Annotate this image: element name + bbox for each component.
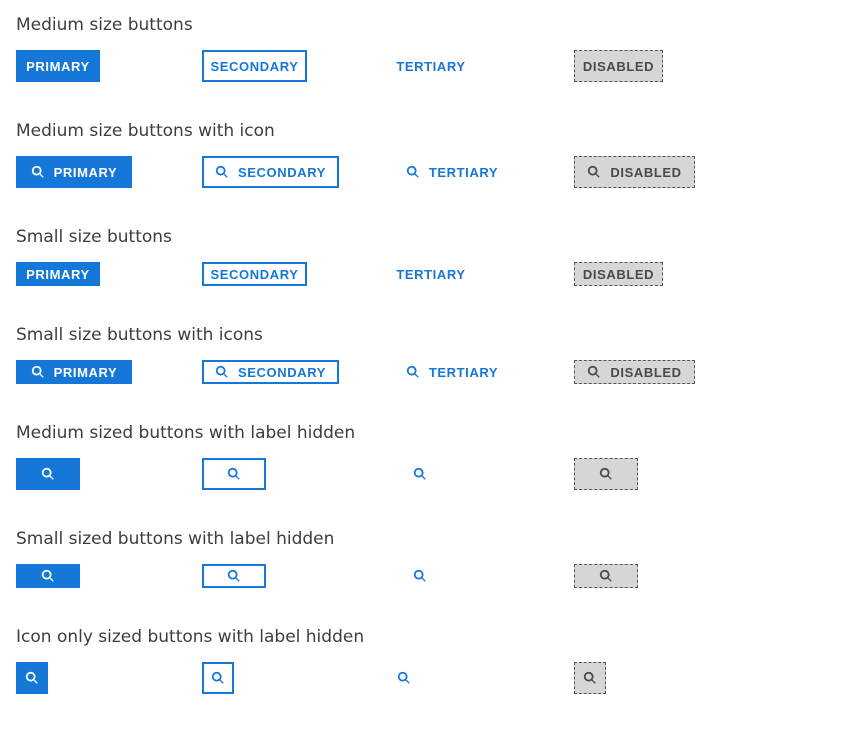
disabled-icon-button[interactable]: DISABLED	[574, 156, 695, 188]
button-label: TERTIARY	[396, 266, 466, 282]
disabled-small-button[interactable]: DISABLED	[574, 262, 663, 286]
button-label: SECONDARY	[238, 364, 326, 380]
section-title-medium-icon: Medium size buttons with icon	[16, 121, 275, 141]
section-title-small-icon: Small size buttons with icons	[16, 325, 263, 345]
search-icon	[215, 165, 229, 179]
search-icon	[25, 671, 39, 685]
button-label: PRIMARY	[26, 266, 90, 282]
secondary-small-search-button[interactable]	[202, 564, 266, 588]
primary-button[interactable]: PRIMARY	[16, 50, 100, 82]
button-label: PRIMARY	[26, 58, 90, 74]
tertiary-small-button[interactable]: TERTIARY	[390, 262, 472, 286]
search-icon	[227, 467, 241, 481]
primary-icon-button[interactable]: PRIMARY	[16, 156, 132, 188]
search-icon	[31, 165, 45, 179]
primary-small-search-button[interactable]	[16, 564, 80, 588]
primary-small-button[interactable]: PRIMARY	[16, 262, 100, 286]
section-title-medium-hidden: Medium sized buttons with label hidden	[16, 423, 356, 443]
button-label: SECONDARY	[210, 58, 299, 74]
search-icon	[41, 467, 55, 481]
search-icon	[397, 671, 411, 685]
secondary-search-button[interactable]	[202, 458, 266, 490]
disabled-small-icon-button[interactable]: DISABLED	[574, 360, 695, 384]
search-icon	[583, 671, 597, 685]
secondary-small-button[interactable]: SECONDARY	[202, 262, 307, 286]
button-label: PRIMARY	[53, 364, 118, 380]
search-icon	[406, 365, 420, 379]
secondary-small-icon-button[interactable]: SECONDARY	[202, 360, 339, 384]
search-icon	[587, 365, 601, 379]
button-label: TERTIARY	[428, 364, 499, 380]
disabled-icon-only-button[interactable]	[574, 662, 606, 694]
disabled-button[interactable]: DISABLED	[574, 50, 663, 82]
secondary-icon-only-button[interactable]	[202, 662, 234, 694]
tertiary-small-search-button[interactable]	[400, 564, 440, 588]
secondary-button[interactable]: SECONDARY	[202, 50, 307, 82]
tertiary-search-button[interactable]	[400, 458, 440, 490]
button-label: SECONDARY	[210, 266, 299, 282]
button-label: PRIMARY	[53, 164, 118, 180]
search-icon	[31, 365, 45, 379]
search-icon	[406, 165, 420, 179]
search-icon	[215, 365, 229, 379]
search-icon	[599, 467, 613, 481]
tertiary-button[interactable]: TERTIARY	[390, 50, 472, 82]
search-icon	[211, 671, 225, 685]
disabled-small-search-button[interactable]	[574, 564, 638, 588]
tertiary-icon-only-button[interactable]	[388, 662, 420, 694]
primary-small-icon-button[interactable]: PRIMARY	[16, 360, 132, 384]
search-icon	[41, 569, 55, 583]
section-title-small: Small size buttons	[16, 227, 172, 247]
button-label: SECONDARY	[238, 164, 326, 180]
section-title-small-hidden: Small sized buttons with label hidden	[16, 529, 335, 549]
tertiary-icon-button[interactable]: TERTIARY	[398, 156, 506, 188]
section-title-icon-only: Icon only sized buttons with label hidde…	[16, 627, 365, 647]
secondary-icon-button[interactable]: SECONDARY	[202, 156, 339, 188]
button-label: TERTIARY	[428, 164, 499, 180]
button-label: DISABLED	[582, 58, 655, 74]
button-label: DISABLED	[610, 164, 682, 180]
button-label: TERTIARY	[396, 58, 466, 74]
primary-icon-only-button[interactable]	[16, 662, 48, 694]
search-icon	[413, 569, 427, 583]
button-label: DISABLED	[582, 266, 655, 282]
search-icon	[413, 467, 427, 481]
search-icon	[227, 569, 241, 583]
section-title-medium: Medium size buttons	[16, 15, 193, 35]
search-icon	[587, 165, 601, 179]
tertiary-small-icon-button[interactable]: TERTIARY	[398, 360, 506, 384]
disabled-search-button[interactable]	[574, 458, 638, 490]
button-label: DISABLED	[610, 364, 682, 380]
search-icon	[599, 569, 613, 583]
primary-search-button[interactable]	[16, 458, 80, 490]
